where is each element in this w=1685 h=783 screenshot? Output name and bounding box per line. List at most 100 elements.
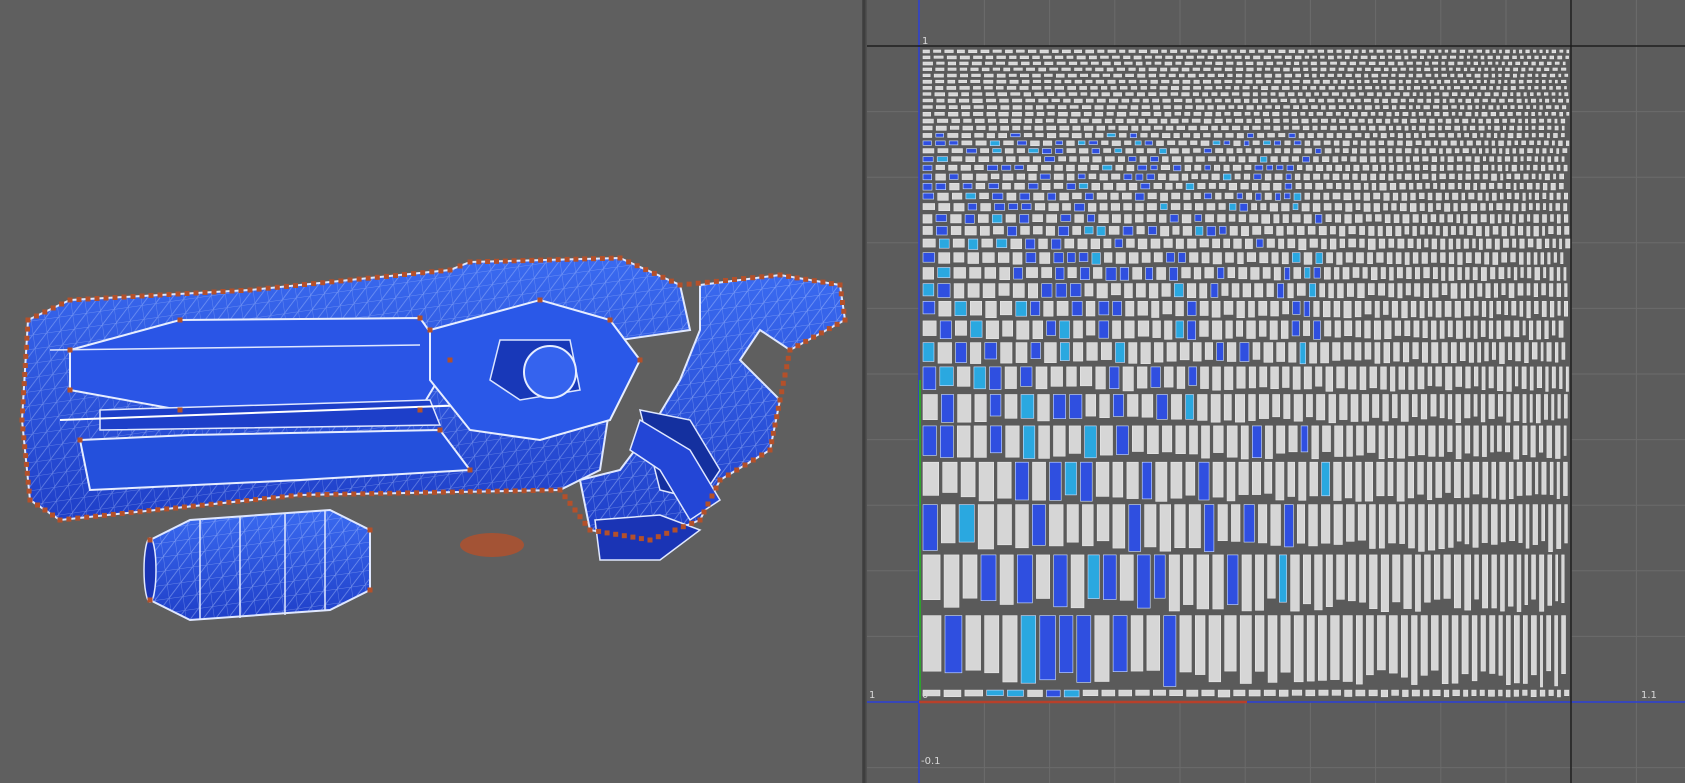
uv-editor-panel[interactable]: 1 0 1.1 -0.1 1: [867, 0, 1685, 783]
uv-shell-selected: [1046, 689, 1061, 698]
uv-shell: [936, 105, 946, 109]
uv-shell: [1381, 79, 1387, 84]
uv-shell: [1378, 125, 1386, 131]
seam-marker: [520, 258, 526, 264]
uv-shell: [1449, 98, 1455, 103]
uv-shell: [978, 156, 990, 162]
uv-shell: [1461, 192, 1466, 201]
uv-shell: [1111, 140, 1121, 146]
uv-shell: [1490, 112, 1496, 117]
uv-shell: [1248, 156, 1257, 163]
uv-shell: [1303, 214, 1312, 224]
uv-shell: [1089, 55, 1097, 60]
uv-shell: [1267, 554, 1276, 599]
uv-shell: [1516, 112, 1522, 116]
uv-shell: [1473, 183, 1478, 191]
uv-shell: [1522, 320, 1526, 336]
uv-shell-selected: [1129, 133, 1138, 138]
uv-shell-selected: [1163, 615, 1177, 687]
uv-shell: [1342, 148, 1349, 154]
seam-marker: [503, 488, 509, 494]
uv-shell-selected: [987, 164, 999, 171]
uv-shell: [1378, 148, 1385, 153]
uv-shell: [1415, 554, 1421, 612]
uv-shell: [1181, 173, 1189, 181]
seam-marker: [458, 489, 464, 495]
uv-shell: [1278, 133, 1286, 138]
uv-shell: [1125, 148, 1133, 154]
uv-shell: [1304, 73, 1309, 77]
uv-shell: [1204, 86, 1213, 90]
uv-shell-selected: [1070, 283, 1082, 297]
uv-shell: [1165, 55, 1173, 59]
uv-shell: [1215, 192, 1222, 200]
uv-shell: [1513, 267, 1518, 281]
uv-shell: [1282, 86, 1290, 90]
uv-shell: [1357, 105, 1362, 110]
uv-shell: [1082, 105, 1092, 109]
uv-shell: [1536, 67, 1541, 72]
uv-shell: [1471, 615, 1478, 682]
uv-shell-selected: [1204, 192, 1212, 200]
uv-shell: [1469, 283, 1474, 299]
uv-shell: [1293, 267, 1301, 279]
uv-shell: [1345, 203, 1353, 212]
uv-shell: [1161, 49, 1167, 53]
uv-shell: [1147, 425, 1159, 454]
uv-shell-selected: [1169, 214, 1179, 223]
uv-shell: [1491, 173, 1497, 181]
seam-marker: [315, 492, 321, 498]
uv-shell: [1094, 615, 1110, 682]
uv-shell: [1194, 203, 1204, 211]
uv-shell: [1037, 394, 1050, 422]
uv-shell: [1367, 238, 1376, 250]
uv-shell: [1367, 118, 1373, 124]
uv-shell: [1414, 267, 1420, 280]
gun-mesh-model[interactable]: [0, 0, 862, 783]
3d-viewport[interactable]: [0, 0, 862, 783]
uv-shell: [1527, 214, 1531, 222]
uv-shell: [1118, 689, 1133, 697]
seam-marker: [27, 497, 33, 503]
uv-shell: [935, 79, 945, 84]
uv-shell-selected: [1067, 252, 1076, 263]
uv-shell: [1412, 252, 1419, 264]
uv-shell: [1480, 133, 1484, 138]
uv-shell: [1529, 366, 1534, 391]
uv-shell: [1109, 98, 1119, 103]
uv-shell-selected: [936, 226, 948, 236]
seam-marker: [672, 527, 678, 533]
uv-shell: [1245, 79, 1253, 84]
uv-shell: [1069, 156, 1077, 162]
uv-shell-selected: [1313, 267, 1321, 279]
uv-shell: [1235, 67, 1244, 72]
uv-shell-selected: [1053, 252, 1064, 264]
seam-marker: [157, 292, 163, 298]
uv-shell: [1535, 79, 1539, 83]
uv-shell: [1459, 226, 1464, 235]
uv-shell: [1330, 125, 1337, 131]
uv-shell: [1224, 79, 1233, 83]
uv-shell: [1196, 55, 1205, 59]
uv-shell: [1215, 148, 1224, 153]
uv-shell: [1303, 252, 1313, 265]
uv-shell: [1356, 79, 1362, 84]
seam-marker: [42, 309, 48, 315]
uv-shell: [1100, 425, 1113, 456]
seam-marker: [599, 256, 605, 261]
uv-shell: [1216, 55, 1223, 60]
uv-shell: [1334, 425, 1344, 457]
uv-layout[interactable]: [867, 0, 1685, 783]
uv-shell: [1082, 689, 1099, 696]
seam-marker: [697, 517, 703, 523]
uv-shell: [1561, 156, 1565, 162]
uv-shell: [1058, 156, 1067, 162]
uv-shell: [1376, 49, 1384, 53]
uv-shell: [1487, 61, 1493, 65]
uv-shell: [1187, 238, 1197, 249]
seam-marker: [449, 489, 455, 495]
uv-shell-selected: [1147, 226, 1157, 235]
uv-shell: [1137, 366, 1148, 389]
uv-shell: [1363, 203, 1371, 212]
uv-shell: [1080, 92, 1088, 96]
